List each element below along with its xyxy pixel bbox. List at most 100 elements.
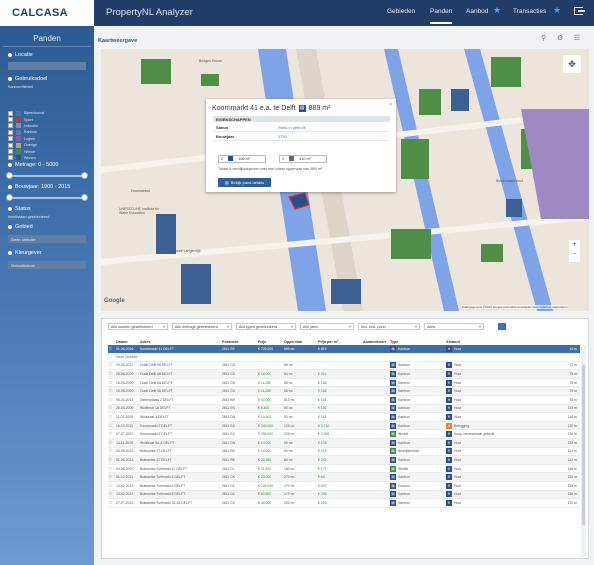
checkbox[interactable] bbox=[8, 123, 13, 129]
table-row[interactable]: ☆ 16-10-2011 Koornmarkt 5 DELFT 2611 EA € 34… bbox=[108, 421, 580, 431]
table-row[interactable]: ☆ 07-07-2007 Koornmarkt 5 DELFT 2611 EA € 29… bbox=[108, 430, 580, 439]
date-cell: 05-03-2012 bbox=[116, 397, 134, 402]
nav-gebieden[interactable]: Gebieden bbox=[387, 8, 415, 15]
gebied-select[interactable]: Geen selectie bbox=[8, 235, 86, 243]
column-header[interactable]: Datum bbox=[116, 340, 140, 344]
table-row[interactable]: ☆ 01-05-2013 Brabantse 27 DELFT 2611 RE € 20… bbox=[108, 456, 580, 465]
excel-export-icon[interactable] bbox=[498, 323, 506, 330]
close-icon[interactable]: × bbox=[389, 102, 392, 108]
column-header[interactable]: Adres bbox=[140, 340, 222, 344]
table-row[interactable]: ☆ 27-07-2013 Brabantse Turfmarkt 32-34 DEL… bbox=[108, 499, 580, 508]
bicycle-icon[interactable]: ⚙ bbox=[557, 34, 566, 42]
more-selection-link[interactable]: Meer Selectie bbox=[108, 354, 580, 362]
star-icon[interactable]: ☆ bbox=[108, 397, 116, 403]
column-header[interactable]: Postcode bbox=[222, 340, 258, 344]
slider-handle-min[interactable] bbox=[6, 194, 13, 201]
filter-select[interactable]: Alles bbox=[424, 323, 484, 330]
table-row[interactable]: ☆ 16-06-2009 Oude Delft 66 DELFT 2611 CD € 1… bbox=[108, 379, 580, 388]
star-icon[interactable]: ☆ bbox=[108, 466, 116, 472]
map-attribution[interactable]: Kaartgegevens ©2015 Google Gebruiksvoorw… bbox=[462, 305, 568, 309]
fullscreen-icon[interactable]: ✥ bbox=[563, 55, 581, 73]
star-icon[interactable]: ☆ bbox=[108, 448, 116, 454]
table-row[interactable]: ☆ 13-02-2013 Brabantse Turfmarkt 6 DELFT 26… bbox=[108, 490, 580, 500]
column-header[interactable]: Prijs bbox=[258, 340, 284, 344]
checkbox[interactable] bbox=[8, 142, 13, 148]
distance-cell: 141 m bbox=[567, 457, 577, 462]
bekijk-details-button[interactable]: ▤ Bekijk pand details bbox=[218, 178, 271, 187]
star-icon[interactable]: ☆ bbox=[108, 380, 116, 386]
star-icon[interactable]: ☆ bbox=[108, 500, 116, 506]
building-icon: ▤ bbox=[390, 413, 396, 420]
area-icon bbox=[8, 225, 12, 229]
star-icon[interactable]: ☆ bbox=[108, 491, 116, 497]
slider-handle-min[interactable] bbox=[6, 172, 13, 179]
star-icon[interactable]: ☆ bbox=[108, 431, 116, 437]
slider-handle-max[interactable] bbox=[81, 194, 88, 201]
star-icon[interactable]: ☆ bbox=[108, 405, 116, 411]
zoom-control[interactable]: + − bbox=[569, 240, 580, 262]
nav-aanbod[interactable]: Aanbod bbox=[466, 8, 488, 15]
logo[interactable]: CALCASA bbox=[0, 0, 94, 26]
kleurgever-select[interactable]: Gebruiksdoel bbox=[8, 261, 86, 269]
star-icon[interactable]: ☆ bbox=[108, 346, 116, 352]
kaartweergave-heading: Kaartweergave bbox=[98, 38, 138, 44]
column-header[interactable]: Prijs per m² bbox=[318, 340, 360, 344]
star-icon[interactable]: ☆ bbox=[108, 371, 116, 377]
column-header[interactable]: Aanbodsoort bbox=[360, 340, 390, 344]
column-header[interactable]: Oppervlak bbox=[284, 340, 318, 344]
type-icon: H bbox=[446, 388, 452, 395]
scrollbar-thumb[interactable] bbox=[582, 365, 585, 525]
table-row[interactable]: ☆ 13-11-2009 Wolstraat 5A-8 DELFT 2611 DN € … bbox=[108, 438, 580, 448]
status-value[interactable]: Indelfstaan geselecteerd bbox=[8, 215, 49, 219]
grid-icon[interactable]: ☰ bbox=[574, 34, 583, 42]
table-row[interactable]: ☆ 03-09-2013 Brabantse 27 DELFT 2611 RE € 14… bbox=[108, 448, 580, 457]
building-icon: ▤ bbox=[298, 105, 306, 112]
column-header[interactable]: Afstand bbox=[446, 340, 532, 344]
checkbox[interactable] bbox=[8, 110, 13, 116]
bouwjaar-slider[interactable] bbox=[6, 194, 88, 201]
star-icon[interactable]: ☆ bbox=[108, 423, 116, 429]
column-header[interactable]: Type bbox=[390, 340, 446, 344]
star-icon[interactable]: ☆ bbox=[108, 362, 116, 368]
nav-transacties[interactable]: Transacties bbox=[513, 8, 546, 15]
star-icon[interactable]: ☆ bbox=[108, 483, 116, 489]
table-row[interactable]: ☆ 19-03-2011 Oude Delft 66 DELFT 2611 CD - 55… bbox=[108, 362, 580, 371]
nav-panden[interactable]: Panden bbox=[430, 8, 453, 24]
zoom-out-button[interactable]: − bbox=[569, 250, 580, 260]
scrollbar[interactable] bbox=[581, 345, 586, 557]
table-row[interactable]: ☆ 04-08-2007 Brabantse Turfmarkt 47 DELFT 2… bbox=[108, 465, 580, 474]
table-row[interactable]: ☆ 01-06-2016 Koornmarkt 41 DELFT 2611 EE € 7… bbox=[108, 345, 580, 354]
slider-handle-max[interactable] bbox=[81, 172, 88, 179]
star-icon[interactable]: ☆ bbox=[108, 414, 116, 420]
checkbox[interactable] bbox=[8, 155, 13, 161]
table-row[interactable]: ☆ 11-07-2009 Wolstraat 1 DELFT 2611 DN € 10.… bbox=[108, 413, 580, 422]
star-icon[interactable]: ☆ bbox=[108, 457, 116, 463]
table-row[interactable]: ☆ 28-06-2009 Oude Delft 66 DELFT 2611 CD € 1… bbox=[108, 370, 580, 379]
checkbox[interactable] bbox=[8, 117, 13, 123]
star-icon[interactable]: ☆ bbox=[108, 388, 116, 394]
filter-select[interactable]: Alle types geselecteerd bbox=[236, 323, 296, 330]
filter-select[interactable]: Alle soorten geselecteerd bbox=[108, 323, 168, 330]
metrage-slider[interactable] bbox=[6, 172, 88, 179]
filter-bar: Alle soorten geselecteerd Alle metrage ge… bbox=[108, 323, 484, 331]
star-icon[interactable]: ☆ bbox=[108, 474, 116, 480]
type-cell: H Huur bbox=[446, 405, 532, 412]
filter-select[interactable]: Alle metrage geselecteerd bbox=[172, 323, 232, 330]
table-row[interactable]: ☆ 05-03-2012 Geitenplaats 2 DELFT 2611 BH € … bbox=[108, 396, 580, 405]
zoom-in-button[interactable]: + bbox=[569, 240, 580, 250]
table-row[interactable]: ☆ 26-03-2009 Wollenstr 1A DELFT 2611 EN € 8.… bbox=[108, 404, 580, 414]
table-row[interactable]: ☆ 01-12-2011 Brabantse Turfmarkt 6 DELFT 26… bbox=[108, 473, 580, 482]
person-icon[interactable]: ⚲ bbox=[541, 34, 550, 42]
checkbox[interactable] bbox=[8, 149, 13, 155]
table-row[interactable]: ☆ 15-08-2009 Oude Delft 66 DELFT 2611 CD € 1… bbox=[108, 387, 580, 396]
checkbox[interactable] bbox=[8, 129, 13, 135]
legend-item[interactable]: Wonen bbox=[8, 155, 44, 161]
table-row[interactable]: ☆ 13-02-2013 Brabantse Turfmarkt 6 DELFT 26… bbox=[108, 482, 580, 491]
star-icon[interactable]: ☆ bbox=[108, 440, 116, 446]
filter-select[interactable]: Incl. excl. pand bbox=[358, 323, 420, 330]
locatie-input[interactable] bbox=[8, 62, 86, 70]
checkbox[interactable] bbox=[8, 136, 13, 142]
filter-select[interactable]: Alle jaren bbox=[300, 323, 354, 330]
logout-icon[interactable] bbox=[574, 7, 585, 15]
popup-title: Koornmarkt 41 e.a. te Delft bbox=[212, 105, 296, 112]
